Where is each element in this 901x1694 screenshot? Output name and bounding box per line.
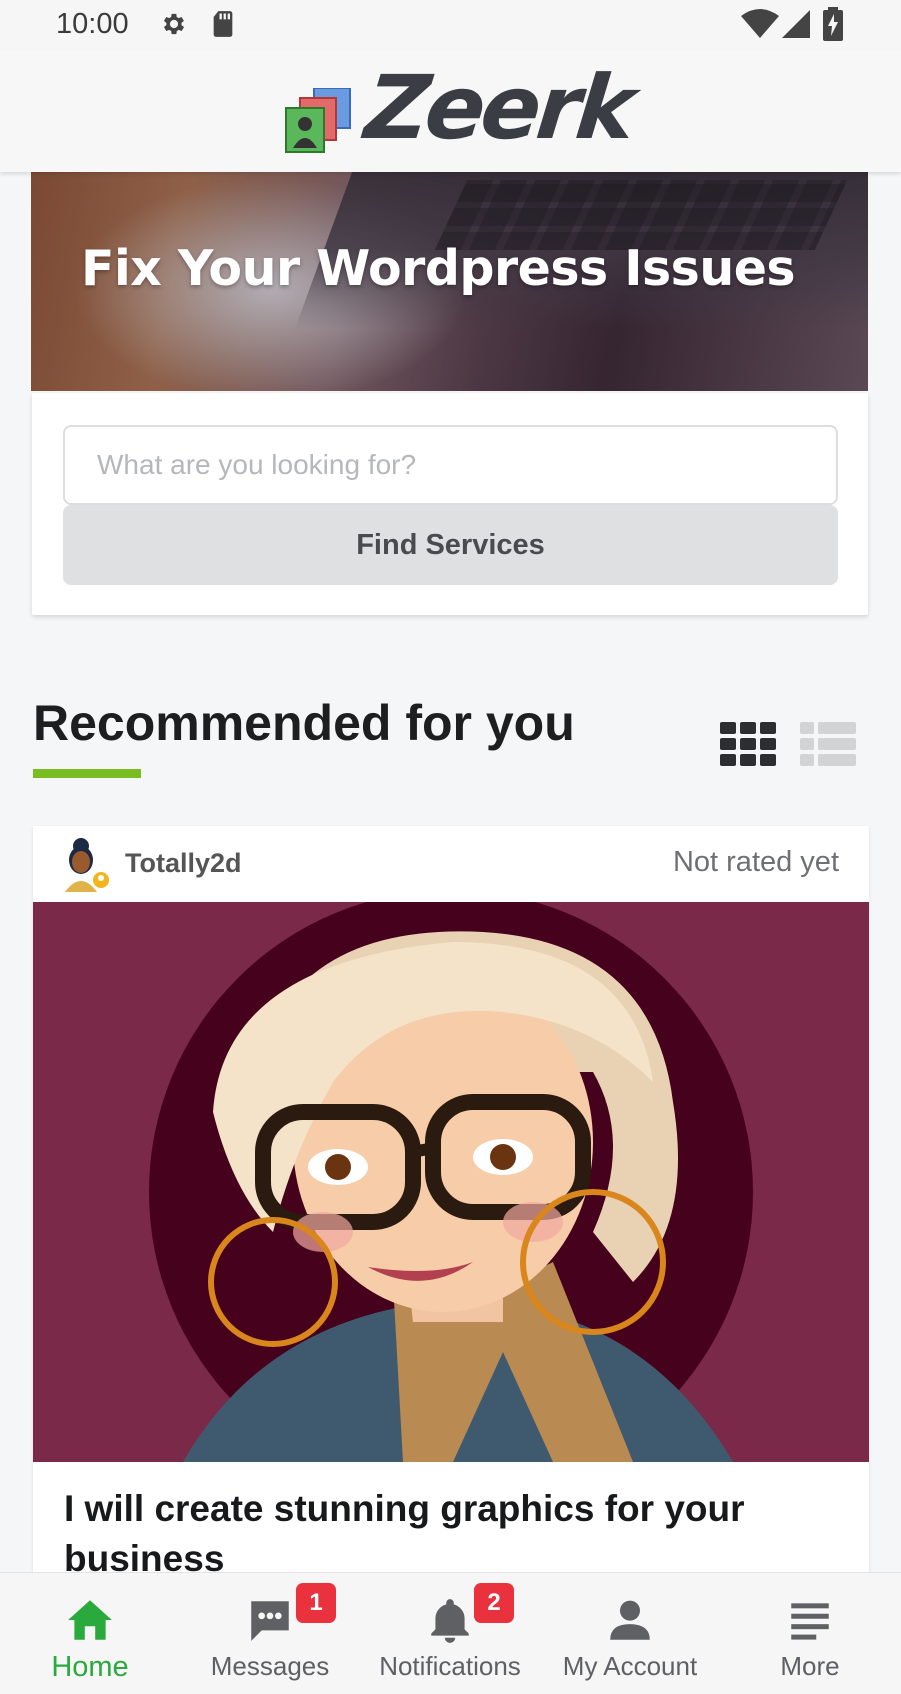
messages-badge: 1 xyxy=(296,1583,336,1623)
seller-name[interactable]: Totally2d xyxy=(125,848,242,879)
settings-gear-icon xyxy=(163,13,185,35)
wifi-icon xyxy=(741,9,779,38)
find-services-button[interactable]: Find Services xyxy=(63,505,838,585)
logo-people-icon xyxy=(285,88,351,153)
menu-lines-icon xyxy=(791,1603,829,1640)
chat-icon xyxy=(251,1601,289,1641)
cell-signal-icon xyxy=(782,10,810,38)
section-underline xyxy=(33,769,141,778)
bell-icon xyxy=(431,1599,469,1643)
nav-messages[interactable]: 1 Messages xyxy=(180,1573,360,1694)
bottom-nav: Home 1 Messages 2 Notifications My Accou… xyxy=(0,1572,901,1694)
nav-my-account-label: My Account xyxy=(562,1651,698,1681)
zeerk-logo[interactable]: Zeerk xyxy=(284,56,637,159)
grid-view-icon[interactable] xyxy=(720,722,776,766)
search-input[interactable] xyxy=(63,425,838,505)
nav-my-account[interactable]: My Account xyxy=(540,1573,720,1694)
search-card: Find Services xyxy=(32,393,868,615)
recommended-title: Recommended for you xyxy=(33,695,575,751)
home-icon xyxy=(68,1600,112,1640)
nav-more[interactable]: More xyxy=(720,1573,900,1694)
notifications-badge: 2 xyxy=(474,1583,514,1623)
nav-more-label: More xyxy=(780,1651,840,1681)
seller-row: Totally2d Not rated yet xyxy=(33,826,869,902)
service-title[interactable]: I will create stunning graphics for your… xyxy=(64,1484,844,1584)
battery-charging-icon xyxy=(823,7,843,41)
illustrated-woman-portrait xyxy=(33,902,869,1462)
sd-card-icon xyxy=(213,11,233,37)
logo-wordmark: Zeerk xyxy=(360,56,637,159)
app-header: Zeerk xyxy=(0,50,901,172)
nav-home[interactable]: Home xyxy=(0,1573,180,1694)
rating-status: Not rated yet xyxy=(672,846,839,878)
nav-home-label: Home xyxy=(51,1651,129,1683)
app-screen: 10:00 Zeerk Fix Your Wordpress Issues Wh… xyxy=(0,0,901,1694)
list-view-icon[interactable] xyxy=(800,722,856,766)
nav-notifications[interactable]: 2 Notifications xyxy=(360,1573,540,1694)
nav-notifications-label: Notifications xyxy=(379,1651,521,1681)
status-bar: 10:00 xyxy=(0,0,901,50)
service-card[interactable]: Totally2d Not rated yet I will create st… xyxy=(33,826,869,1694)
service-image[interactable] xyxy=(33,902,869,1462)
hero-banner[interactable]: Fix Your Wordpress Issues xyxy=(31,170,868,391)
hero-title: Fix Your Wordpress Issues xyxy=(81,240,796,297)
person-icon xyxy=(610,1600,650,1640)
seller-avatar[interactable] xyxy=(57,836,113,892)
status-time: 10:00 xyxy=(56,8,129,40)
nav-messages-label: Messages xyxy=(210,1651,330,1681)
